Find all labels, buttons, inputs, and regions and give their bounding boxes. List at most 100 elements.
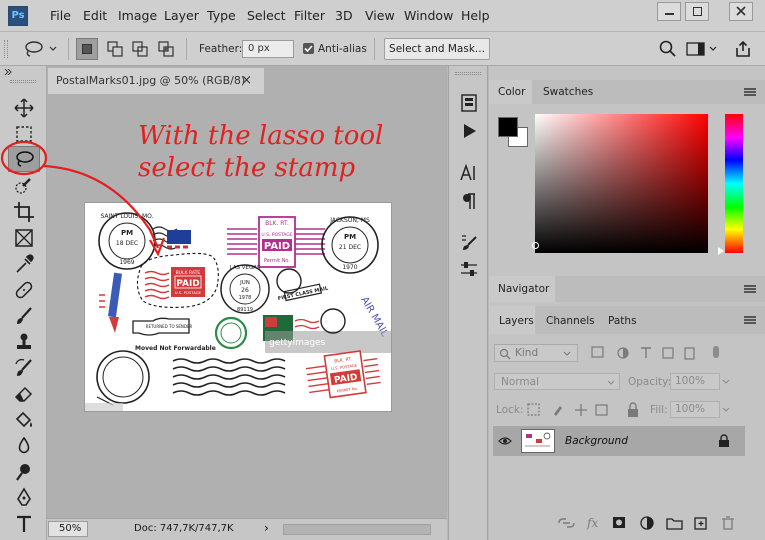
lock-all-icon[interactable] — [626, 402, 640, 418]
menu-image[interactable]: Image — [118, 8, 157, 23]
filter-toggle[interactable] — [713, 346, 719, 358]
tool-preset-picker[interactable] — [22, 39, 62, 59]
navigator-menu-icon[interactable] — [744, 285, 756, 293]
menu-window[interactable]: Window — [404, 8, 453, 23]
history-brush-icon — [15, 358, 32, 376]
drop-icon — [18, 436, 30, 454]
horizontal-scrollbar[interactable] — [283, 524, 431, 535]
antialias-checkbox[interactable] — [303, 43, 314, 54]
check-icon — [304, 45, 313, 53]
character-panel-button[interactable] — [458, 162, 480, 184]
move-tool[interactable] — [12, 96, 36, 120]
close-tab-icon[interactable]: × — [241, 68, 252, 94]
tab-swatches[interactable]: Swatches — [543, 86, 593, 98]
svg-text:1978: 1978 — [239, 295, 252, 301]
move-icon — [14, 98, 34, 118]
svg-text:U.S. POSTAGE: U.S. POSTAGE — [261, 232, 292, 238]
layer-kind-filter[interactable]: Kind — [494, 344, 578, 362]
layer-row-background[interactable]: Background — [493, 426, 745, 456]
tab-color[interactable]: Color — [489, 80, 532, 104]
color-panel-menu-icon[interactable] — [744, 88, 756, 96]
chevron-down-icon — [563, 351, 571, 356]
history-panel-button[interactable] — [458, 92, 480, 114]
menu-view[interactable]: View — [365, 8, 395, 23]
foreground-color-swatch[interactable] — [498, 117, 518, 137]
maximize-button[interactable] — [685, 2, 709, 21]
kind-label: Kind — [515, 347, 539, 359]
tab-navigator[interactable]: Navigator — [489, 276, 555, 302]
brush-settings-button[interactable] — [458, 232, 480, 254]
document-tab[interactable]: PostalMarks01.jpg @ 50% (RGB/8) × — [48, 68, 264, 94]
menu-bar: Ps File Edit Image Layer Type Select Fil… — [0, 0, 765, 32]
tab-channels[interactable]: Channels — [546, 315, 595, 327]
status-bar: 50% Doc: 747,7K/747,7K › — [47, 518, 447, 540]
tab-layers[interactable]: Layers — [489, 306, 535, 334]
las-vegas-postmark: LAS VEGAS JUN 26 1978 89119 — [220, 264, 270, 314]
lock-icons[interactable] — [526, 402, 618, 418]
healing-brush-tool[interactable] — [12, 278, 36, 302]
menu-edit[interactable]: Edit — [83, 8, 107, 23]
eye-icon[interactable] — [498, 436, 512, 446]
svg-text:PAID: PAID — [264, 241, 290, 252]
photoshop-logo: Ps — [8, 6, 28, 26]
svg-text:Moved Not Forwardable: Moved Not Forwardable — [135, 345, 216, 352]
paint-bucket-tool[interactable] — [12, 408, 36, 432]
history-brush-tool[interactable] — [12, 356, 36, 380]
character-icon — [460, 163, 475, 181]
layers-footer-icons[interactable]: fx — [555, 514, 745, 532]
fill-input[interactable]: 100% — [670, 401, 720, 418]
layer-name: Background — [565, 435, 628, 447]
brush-tool[interactable] — [12, 304, 36, 328]
layers-menu-icon[interactable] — [744, 316, 756, 324]
type-tool[interactable] — [12, 512, 36, 536]
intersect-selection-button[interactable] — [155, 38, 177, 60]
menu-layer[interactable]: Layer — [164, 8, 199, 23]
blend-mode-select[interactable]: Normal — [494, 373, 620, 390]
menu-help[interactable]: Help — [461, 8, 490, 23]
dodge-tool[interactable] — [12, 460, 36, 484]
clone-stamp-tool[interactable] — [12, 330, 36, 354]
zoom-field[interactable]: 50% — [48, 521, 88, 537]
collapse-tools-icon[interactable] — [4, 69, 12, 75]
menu-filter[interactable]: Filter — [294, 8, 325, 23]
select-and-mask-button[interactable]: Select and Mask... — [384, 38, 490, 60]
hue-slider[interactable] — [725, 114, 743, 253]
search-button[interactable] — [658, 39, 678, 59]
color-field[interactable] — [535, 114, 708, 253]
status-menu-arrow[interactable]: › — [264, 521, 269, 535]
play-icon — [464, 124, 476, 138]
tab-paths[interactable]: Paths — [608, 315, 637, 327]
antialias-label: Anti-alias — [318, 43, 367, 55]
menu-3d[interactable]: 3D — [335, 8, 353, 23]
new-selection-button[interactable] — [76, 38, 98, 60]
layer-filter-icons[interactable] — [590, 345, 710, 361]
blend-mode-value: Normal — [501, 376, 539, 388]
hue-slider-handle[interactable] — [718, 247, 724, 255]
dodge-icon — [16, 464, 30, 481]
opacity-input[interactable]: 100% — [670, 373, 720, 390]
add-selection-icon — [107, 41, 123, 57]
chevron-down-icon[interactable] — [722, 379, 730, 384]
chevron-down-icon[interactable] — [722, 407, 730, 412]
paragraph-panel-button[interactable] — [458, 190, 480, 212]
bandage-icon — [15, 281, 33, 299]
menu-type[interactable]: Type — [207, 8, 236, 23]
eraser-tool[interactable] — [12, 382, 36, 406]
add-mask-icon — [613, 517, 625, 528]
adjustments-button[interactable] — [458, 258, 480, 280]
subtract-selection-button[interactable] — [129, 38, 151, 60]
actions-panel-button[interactable] — [458, 120, 480, 142]
workspace-switcher[interactable] — [686, 41, 720, 57]
pen-tool[interactable] — [12, 486, 36, 510]
blur-tool[interactable] — [12, 434, 36, 458]
feather-input[interactable]: 0 px — [242, 40, 294, 58]
menu-file[interactable]: File — [50, 8, 71, 23]
separator — [68, 38, 69, 60]
close-button[interactable] — [729, 2, 753, 21]
share-button[interactable] — [733, 39, 753, 59]
history-icon — [461, 94, 477, 112]
menu-select[interactable]: Select — [247, 8, 286, 23]
color-picker-marker[interactable] — [532, 242, 539, 249]
minimize-button[interactable] — [657, 2, 681, 21]
add-to-selection-button[interactable] — [104, 38, 126, 60]
